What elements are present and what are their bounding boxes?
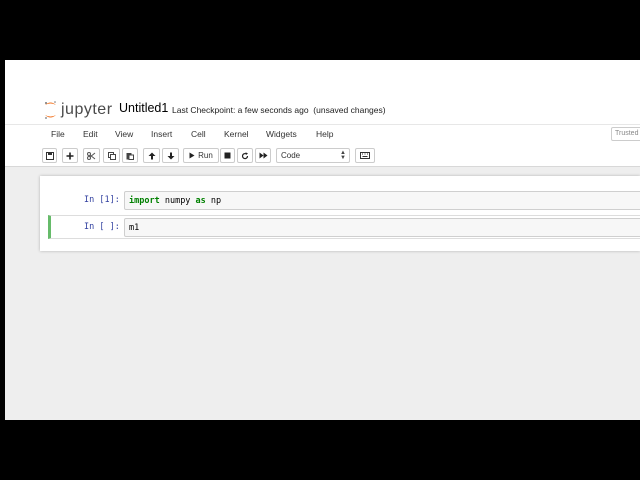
menu-view[interactable]: View bbox=[115, 129, 133, 139]
jupyter-logo-icon bbox=[43, 100, 58, 120]
code-keyword: import bbox=[129, 196, 160, 206]
jupyter-logo[interactable]: jupyter bbox=[43, 99, 113, 121]
notebook-header: jupyter Untitled1 Last Checkpoint: a few… bbox=[5, 60, 640, 124]
fast-forward-icon bbox=[259, 152, 267, 159]
insert-cell-button[interactable] bbox=[62, 148, 78, 163]
letterbox-bottom bbox=[0, 420, 640, 480]
save-button[interactable] bbox=[42, 148, 57, 163]
cell-input[interactable]: import numpy as np bbox=[124, 191, 640, 210]
code-cell-selected[interactable]: In [ ]: m1 bbox=[48, 215, 640, 239]
cell-prompt: In [ ]: bbox=[84, 222, 120, 232]
menu-file[interactable]: File bbox=[51, 129, 65, 139]
notebook-container: In [1]: import numpy as np In [ ]: m1 bbox=[40, 176, 640, 251]
menu-help[interactable]: Help bbox=[316, 129, 333, 139]
toolbar: Run Code ▲ ▼ bbox=[5, 144, 640, 167]
keyboard-icon bbox=[360, 152, 370, 159]
cell-prompt: In [1]: bbox=[84, 195, 120, 205]
cell-type-value: Code bbox=[281, 151, 301, 160]
plus-icon bbox=[66, 152, 74, 159]
paste-button[interactable] bbox=[122, 148, 138, 163]
menu-bar: File Edit View Insert Cell Kernel Widget… bbox=[5, 124, 640, 144]
play-icon bbox=[189, 152, 195, 159]
copy-button[interactable] bbox=[103, 148, 120, 163]
arrow-down-icon bbox=[167, 152, 174, 159]
refresh-icon bbox=[241, 151, 249, 159]
move-up-button[interactable] bbox=[143, 148, 160, 163]
cell-type-select[interactable]: Code ▲ ▼ bbox=[276, 148, 350, 163]
menu-widgets[interactable]: Widgets bbox=[266, 129, 297, 139]
move-down-button[interactable] bbox=[162, 148, 179, 163]
cell-input[interactable]: m1 bbox=[124, 218, 640, 237]
restart-button[interactable] bbox=[237, 148, 253, 163]
run-button[interactable]: Run bbox=[183, 148, 219, 163]
jupyter-notebook-window: jupyter Untitled1 Last Checkpoint: a few… bbox=[5, 60, 640, 420]
paste-icon bbox=[126, 152, 134, 160]
code-text: np bbox=[205, 196, 222, 206]
arrow-up-icon bbox=[148, 152, 155, 159]
save-icon bbox=[45, 151, 54, 160]
command-palette-button[interactable] bbox=[355, 148, 375, 163]
checkpoint-text: Last Checkpoint: a few seconds ago bbox=[172, 105, 309, 115]
stop-icon bbox=[224, 152, 231, 159]
code-cell[interactable]: In [1]: import numpy as np bbox=[48, 189, 640, 213]
unsaved-changes-text: (unsaved changes) bbox=[313, 105, 386, 115]
menu-edit[interactable]: Edit bbox=[83, 129, 98, 139]
menu-kernel[interactable]: Kernel bbox=[224, 129, 249, 139]
interrupt-button[interactable] bbox=[220, 148, 235, 163]
select-arrows-icon: ▲ ▼ bbox=[340, 150, 346, 161]
notebook-title[interactable]: Untitled1 bbox=[119, 101, 168, 115]
copy-icon bbox=[107, 151, 116, 160]
code-text: numpy bbox=[159, 196, 196, 206]
menu-cell[interactable]: Cell bbox=[191, 129, 206, 139]
trusted-indicator[interactable]: Trusted bbox=[611, 127, 640, 141]
cut-button[interactable] bbox=[83, 148, 100, 163]
run-label: Run bbox=[198, 151, 213, 160]
code-keyword: as bbox=[195, 196, 206, 206]
scissors-icon bbox=[87, 151, 96, 160]
jupyter-logo-text: jupyter bbox=[61, 101, 113, 118]
restart-run-all-button[interactable] bbox=[255, 148, 271, 163]
checkpoint-status: Last Checkpoint: a few seconds ago (unsa… bbox=[172, 105, 386, 115]
code-text: m1 bbox=[129, 223, 140, 233]
letterbox-top bbox=[0, 0, 640, 60]
menu-insert[interactable]: Insert bbox=[151, 129, 172, 139]
